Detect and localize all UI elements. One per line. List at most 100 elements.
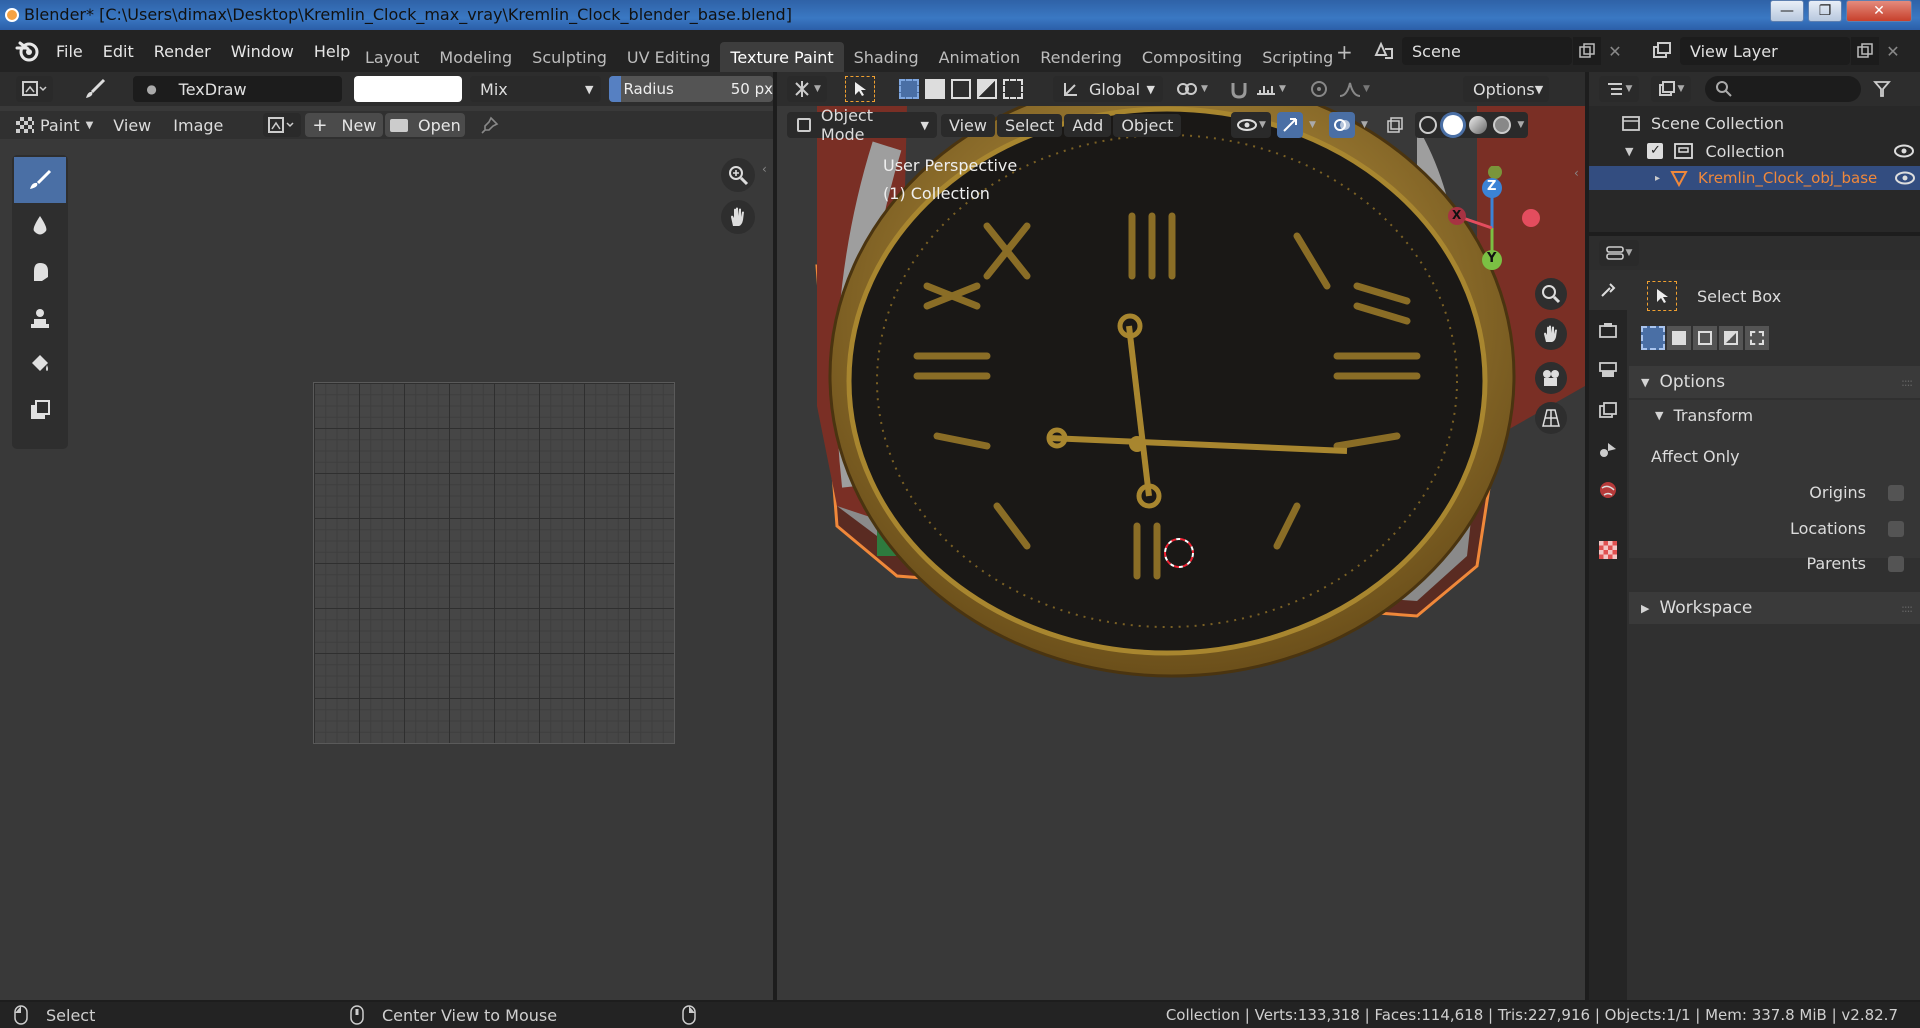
maximize-button[interactable]: ❐	[1808, 0, 1842, 22]
mode-intersect-icon[interactable]	[1745, 326, 1769, 350]
viewport-options-dropdown[interactable]: Options ▼	[1463, 76, 1549, 102]
mask-tool[interactable]	[14, 387, 66, 433]
world-tab-icon[interactable]	[1589, 470, 1627, 510]
menu-image[interactable]: Image	[173, 116, 223, 135]
view-layer-tab-icon[interactable]	[1589, 390, 1627, 430]
material-shading-icon[interactable]	[1469, 116, 1488, 134]
transform-subpanel-header[interactable]: ▼ Transform	[1629, 400, 1920, 430]
workspace-tab-layout[interactable]: Layout	[355, 42, 429, 72]
outliner-row-object[interactable]: ▸ Kremlin_Clock_obj_base	[1589, 166, 1920, 190]
workspace-tab-sculpting[interactable]: Sculpting	[522, 42, 617, 72]
navigation-gizmo[interactable]: X Z Y	[1437, 166, 1547, 276]
parents-checkbox[interactable]	[1888, 555, 1904, 572]
clone-stamp-tool[interactable]	[14, 295, 66, 341]
blend-mode-dropdown[interactable]: Mix ▼	[470, 76, 602, 102]
falloff-icon[interactable]: ▼	[1339, 80, 1373, 98]
workspace-tab-shading[interactable]: Shading	[844, 42, 929, 72]
options-panel-header[interactable]: ▼ Options ::::	[1629, 366, 1920, 398]
view-layer-selector[interactable]: View Layer ✕	[1644, 36, 1907, 66]
pan-hand-icon[interactable]	[721, 200, 755, 234]
expand-arrow-icon[interactable]: ▸	[1655, 173, 1660, 184]
menu-help[interactable]: Help	[304, 30, 360, 72]
editor-type-icon[interactable]	[16, 76, 54, 102]
delete-view-layer-icon[interactable]: ✕	[1879, 37, 1907, 65]
select-box-tool-icon[interactable]	[1647, 281, 1677, 311]
brush-color-swatch[interactable]	[354, 76, 463, 102]
zoom-icon[interactable]	[721, 158, 755, 192]
parents-option[interactable]: Parents	[1806, 554, 1904, 573]
output-tab-icon[interactable]	[1589, 350, 1627, 390]
overlay-dropdown-icon[interactable]: ▼	[1355, 112, 1373, 138]
object-mode-dropdown[interactable]: Object Mode ▼	[787, 106, 937, 144]
outliner-editor-type-icon[interactable]: ▼	[1599, 76, 1639, 102]
radius-slider[interactable]: Radius 50 px	[609, 76, 773, 102]
fill-bucket-tool[interactable]	[14, 341, 66, 387]
menu-render[interactable]: Render	[144, 30, 221, 72]
tool-settings-tab-icon[interactable]	[1589, 270, 1627, 310]
collapse-sidebar-icon[interactable]: ‹	[762, 162, 767, 176]
select-subtract-icon[interactable]	[951, 79, 971, 99]
solid-shading-icon[interactable]	[1443, 115, 1464, 135]
snap-target-icon[interactable]: ▼	[1255, 80, 1291, 98]
overlay-toggle-icon[interactable]	[1329, 112, 1356, 138]
new-image-button[interactable]: + New	[305, 113, 384, 137]
gizmo-dropdown-icon[interactable]: ▼	[1303, 112, 1321, 138]
soften-tool[interactable]	[14, 203, 66, 249]
workspace-tab-texture-paint[interactable]: Texture Paint	[720, 42, 844, 72]
disclosure-triangle-icon[interactable]: ▼	[1625, 145, 1633, 158]
brush-name-field[interactable]: ● TexDraw	[132, 76, 343, 102]
pivot-point-icon[interactable]: ▼	[1175, 80, 1215, 98]
origins-checkbox[interactable]	[1888, 484, 1904, 501]
snap-icon[interactable]	[1229, 79, 1249, 99]
smear-tool[interactable]	[14, 249, 66, 295]
draw-brush-tool[interactable]	[14, 157, 66, 203]
viewport-menu-view[interactable]: View	[941, 113, 995, 137]
shading-dropdown-icon[interactable]: ▼	[1517, 120, 1524, 130]
transform-orientation-dropdown[interactable]: Global ▼	[1053, 76, 1163, 102]
viewport-menu-add[interactable]: Add	[1064, 113, 1112, 137]
image-browse-icon[interactable]	[263, 113, 302, 137]
paint-mode-dropdown[interactable]: Paint ▼	[16, 116, 93, 135]
perspective-toggle-icon[interactable]	[1535, 402, 1567, 434]
scene-tab-icon[interactable]	[1589, 430, 1627, 470]
locations-checkbox[interactable]	[1888, 520, 1904, 537]
gizmo-toggle-icon[interactable]	[1277, 112, 1304, 138]
mode-subtract-icon[interactable]	[1693, 326, 1717, 350]
viewport-zoom-icon[interactable]	[1535, 278, 1567, 310]
outliner-row-scene-collection[interactable]: Scene Collection	[1621, 111, 1784, 135]
new-scene-icon[interactable]	[1573, 37, 1601, 65]
rendered-shading-icon[interactable]	[1493, 116, 1512, 134]
locations-option[interactable]: Locations	[1790, 519, 1904, 538]
proportional-edit-icon[interactable]	[1309, 79, 1329, 99]
viewport-editor-type-icon[interactable]: ▼	[787, 76, 827, 102]
visibility-icon[interactable]: ▼	[1231, 112, 1272, 138]
brush-icon[interactable]	[83, 76, 108, 102]
menu-view[interactable]: View	[113, 116, 151, 135]
select-extend-icon[interactable]	[925, 79, 945, 99]
camera-view-icon[interactable]	[1535, 362, 1567, 394]
viewport-menu-select[interactable]: Select	[996, 113, 1063, 137]
mode-new-icon[interactable]	[1641, 326, 1665, 350]
collection-checkbox[interactable]: ✓	[1647, 143, 1664, 159]
mode-invert-icon[interactable]	[1719, 326, 1743, 350]
menu-window[interactable]: Window	[221, 30, 304, 72]
minimize-button[interactable]: —	[1770, 0, 1804, 22]
workspace-tab-uv-editing[interactable]: UV Editing	[617, 42, 720, 72]
delete-scene-icon[interactable]: ✕	[1601, 37, 1629, 65]
add-workspace-button[interactable]: +	[1336, 40, 1353, 64]
xray-toggle-icon[interactable]	[1383, 112, 1407, 138]
workspace-tab-rendering[interactable]: Rendering	[1030, 42, 1132, 72]
properties-editor-type-icon[interactable]: ▼	[1599, 240, 1639, 266]
visibility-eye-icon[interactable]	[1894, 171, 1916, 185]
select-cursor-icon[interactable]	[845, 76, 875, 102]
new-view-layer-icon[interactable]	[1851, 37, 1879, 65]
pin-icon[interactable]	[479, 114, 501, 136]
select-invert-icon[interactable]	[977, 79, 997, 99]
workspace-panel-header[interactable]: ▶ Workspace ::::	[1629, 592, 1920, 624]
empty-image-canvas[interactable]	[313, 382, 675, 744]
workspace-tab-compositing[interactable]: Compositing	[1132, 42, 1252, 72]
viewport-pan-icon[interactable]	[1535, 318, 1567, 350]
workspace-tab-animation[interactable]: Animation	[929, 42, 1031, 72]
viewport-sidebar-toggle-icon[interactable]: ‹	[1574, 166, 1579, 180]
scene-selector[interactable]: Scene ✕	[1366, 36, 1629, 66]
